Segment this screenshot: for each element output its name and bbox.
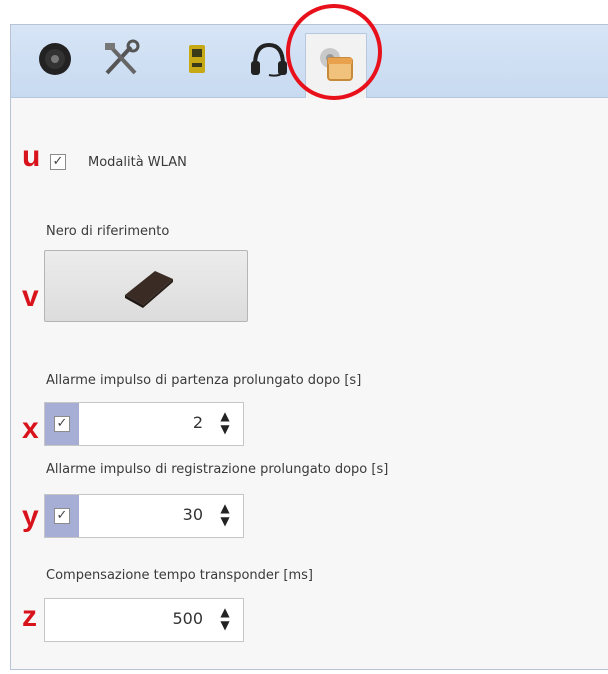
reference-black-button[interactable] <box>44 250 248 322</box>
spin-down-icon[interactable]: ▼ <box>217 423 233 436</box>
registration-alarm-label: Allarme impulso di registrazione prolung… <box>46 462 389 477</box>
start-alarm-spin-arrows[interactable]: ▲ ▼ <box>217 410 233 438</box>
registration-alarm-value[interactable]: 30 <box>183 505 203 524</box>
marker-z: z <box>22 600 37 633</box>
start-alarm-toggle[interactable]: ✓ <box>45 403 79 445</box>
start-alarm-checkbox[interactable]: ✓ <box>54 416 70 432</box>
spin-down-icon[interactable]: ▼ <box>217 515 233 528</box>
headset-icon <box>247 39 291 83</box>
start-alarm-label: Allarme impulso di partenza prolungato d… <box>46 373 362 388</box>
target-icon <box>35 39 75 83</box>
marker-x: x <box>22 412 39 445</box>
registration-alarm-toggle[interactable]: ✓ <box>45 495 79 537</box>
wlan-label: Modalità WLAN <box>88 155 187 170</box>
transponder-icon <box>182 39 212 83</box>
tab-tools[interactable] <box>91 31 151 91</box>
transponder-comp-label: Compensazione tempo transponder [ms] <box>46 568 313 583</box>
transponder-comp-value[interactable]: 500 <box>172 609 203 628</box>
registration-alarm-spin-arrows[interactable]: ▲ ▼ <box>217 502 233 530</box>
marker-y: y <box>22 500 39 533</box>
wlan-checkbox[interactable]: ✓ <box>50 154 66 170</box>
reference-device-icon <box>119 265 179 313</box>
tab-target[interactable] <box>25 31 85 91</box>
settings-tab-highlight <box>286 4 382 100</box>
tools-icon <box>101 39 141 83</box>
registration-alarm-stepper[interactable]: ✓ 30 ▲ ▼ <box>44 494 244 538</box>
marker-v: v <box>22 280 39 313</box>
registration-alarm-checkbox[interactable]: ✓ <box>54 508 70 524</box>
start-alarm-value[interactable]: 2 <box>193 413 203 432</box>
spin-down-icon[interactable]: ▼ <box>217 619 233 632</box>
transponder-comp-spin-arrows[interactable]: ▲ ▼ <box>217 606 233 634</box>
tab-transponder[interactable] <box>167 31 227 91</box>
marker-u: u <box>22 140 41 173</box>
start-alarm-stepper[interactable]: ✓ 2 ▲ ▼ <box>44 402 244 446</box>
reference-black-label: Nero di riferimento <box>46 224 170 239</box>
transponder-comp-stepper[interactable]: 500 ▲ ▼ <box>44 598 244 642</box>
